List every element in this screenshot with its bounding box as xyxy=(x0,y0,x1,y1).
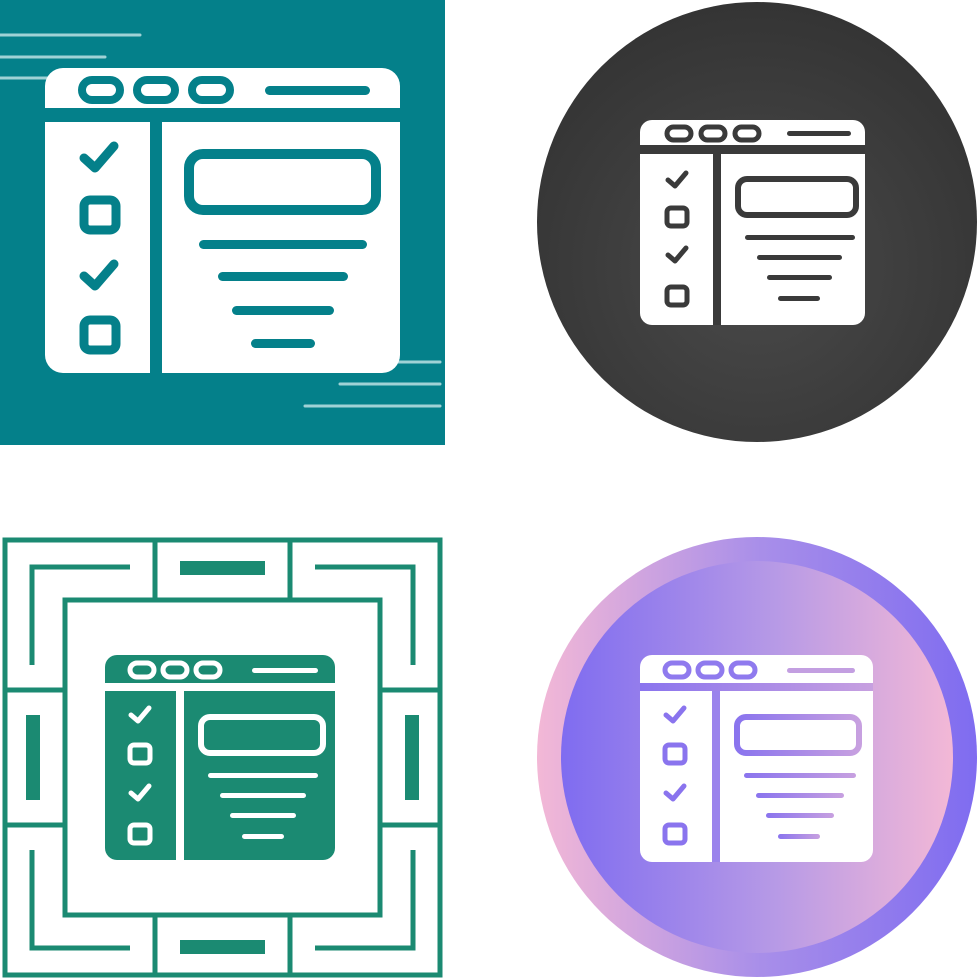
checklist-browser-gradient-circle-icon xyxy=(537,537,977,977)
checklist-browser-green-frame-icon xyxy=(2,537,443,978)
green-frame-tile xyxy=(0,535,445,980)
teal-square-tile xyxy=(0,0,445,445)
gradient-circle-tile xyxy=(535,535,980,980)
checklist-browser-teal-square-icon xyxy=(0,0,445,445)
dark-circle-tile xyxy=(535,0,980,445)
checklist-browser-dark-circle-icon xyxy=(537,2,977,442)
